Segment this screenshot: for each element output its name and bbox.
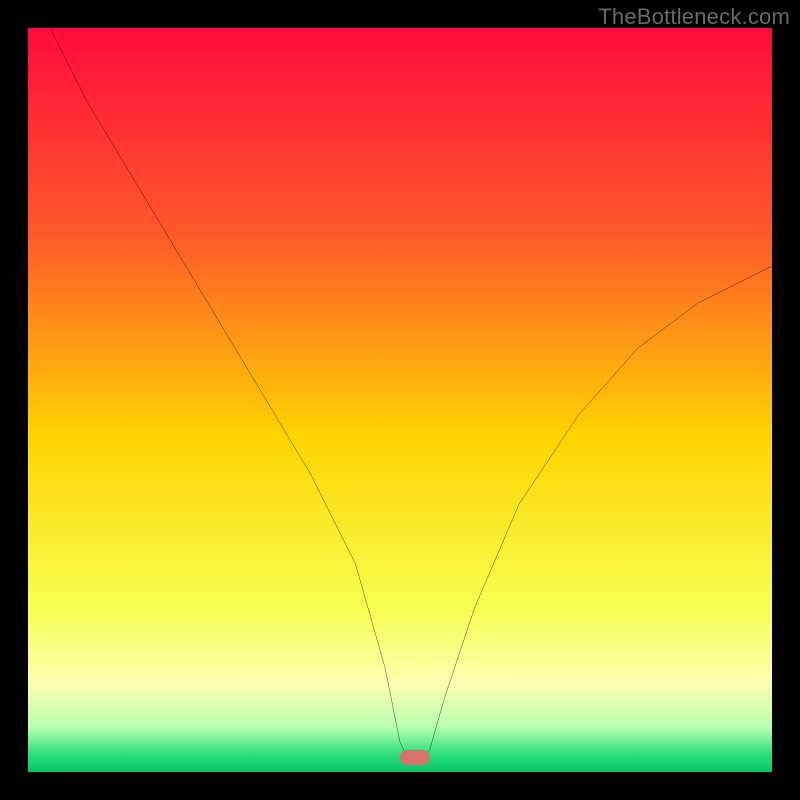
bottleneck-chart — [28, 28, 772, 772]
optimal-marker — [400, 750, 430, 765]
chart-frame: TheBottleneck.com — [0, 0, 800, 800]
gradient-background — [28, 28, 772, 772]
watermark-label: TheBottleneck.com — [598, 4, 790, 30]
